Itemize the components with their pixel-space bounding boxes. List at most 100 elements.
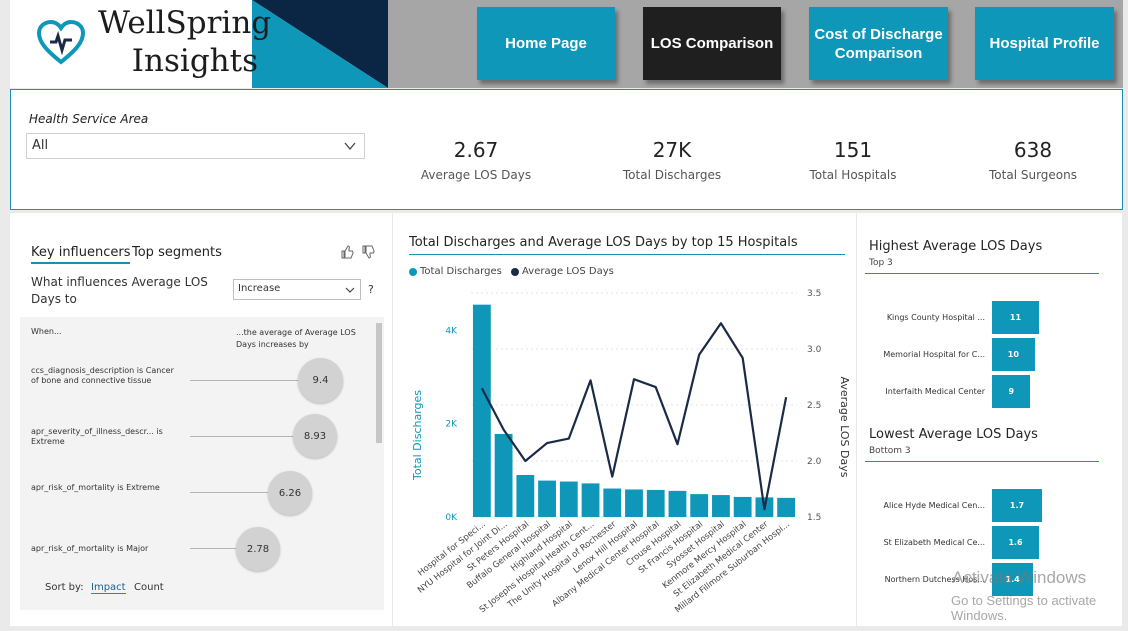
bar-category-label: Interfaith Medical Center bbox=[885, 387, 985, 396]
bar-total-discharges bbox=[625, 489, 643, 517]
kpi-value: 2.67 bbox=[453, 138, 499, 162]
y-axis-title: Total Discharges bbox=[411, 390, 424, 481]
los-bar[interactable]: 1.6 bbox=[992, 526, 1040, 559]
bar-total-discharges bbox=[668, 490, 687, 517]
influencer-column-when: When... bbox=[31, 327, 62, 336]
influencer-bubble[interactable]: 9.4 bbox=[298, 358, 343, 403]
influencer-label[interactable]: apr_risk_of_mortality is Major bbox=[31, 544, 181, 554]
los-bar[interactable]: 10 bbox=[992, 338, 1035, 371]
highest-los-underline bbox=[865, 273, 1099, 274]
activate-windows-watermark: Activate Windows bbox=[952, 568, 1087, 587]
bar-category-label: Alice Hyde Medical Cen... bbox=[883, 501, 985, 510]
bar-category-label: St Elizabeth Medical Ce... bbox=[883, 538, 985, 547]
influencer-column-effect: ...the average of Average LOS Days incre… bbox=[236, 328, 356, 349]
y2-tick-label: 2.5 bbox=[807, 401, 821, 411]
influencer-bubble[interactable]: 8.93 bbox=[293, 414, 337, 458]
y2-tick-label: 3.0 bbox=[807, 345, 822, 355]
influence-direction-dropdown[interactable]: Increase bbox=[233, 279, 361, 300]
bar-category-label: Memorial Hospital for C... bbox=[883, 350, 985, 359]
los-bar[interactable]: 9 bbox=[992, 375, 1031, 408]
kpi-value: 638 bbox=[1013, 138, 1053, 162]
tab-top-segments[interactable]: Top segments bbox=[132, 245, 222, 260]
brand-logo: WellSpring Insights bbox=[10, 0, 388, 88]
kpi-card: Health Service Area All 2.67 Average LOS… bbox=[10, 89, 1123, 210]
key-influencer-question: What influences Average LOS Days to bbox=[31, 275, 208, 306]
kpi-total-hospitals: 151 Total Hospitals bbox=[768, 138, 938, 182]
influencer-connector bbox=[190, 492, 268, 493]
key-influencers-panel: Key influencers Top segments What influe… bbox=[10, 213, 392, 626]
discharges-los-chart-panel: Total Discharges and Average LOS Days by… bbox=[393, 213, 856, 626]
kpi-value: 27K bbox=[652, 138, 692, 162]
nav-los-comparison-button[interactable]: LOS Comparison bbox=[643, 7, 781, 80]
sort-impact-option[interactable]: Impact bbox=[91, 582, 126, 594]
bar-total-discharges bbox=[472, 304, 491, 517]
bar-total-discharges bbox=[538, 480, 556, 517]
lowest-los-underline bbox=[865, 461, 1099, 462]
influencer-bubble[interactable]: 2.78 bbox=[236, 527, 280, 571]
sort-count-option[interactable]: Count bbox=[134, 582, 164, 593]
influencer-label[interactable]: apr_severity_of_illness_descr... is Extr… bbox=[31, 427, 181, 447]
health-service-area-label: Health Service Area bbox=[29, 112, 149, 126]
influencer-connector bbox=[190, 436, 293, 437]
bar-total-discharges bbox=[603, 488, 622, 517]
y2-axis-title: Average LOS Days bbox=[838, 377, 851, 478]
x-tick-label: NYU Hospital for Joint Di... bbox=[416, 519, 509, 595]
kpi-value: 151 bbox=[833, 138, 873, 162]
influencer-list: When... ...the average of Average LOS Da… bbox=[20, 317, 384, 610]
influencer-connector bbox=[190, 548, 236, 549]
bar-total-discharges bbox=[494, 433, 513, 517]
nav-hospital-profile-button[interactable]: Hospital Profile bbox=[975, 7, 1114, 80]
bar-total-discharges bbox=[581, 483, 600, 517]
brand-line1: WellSpring bbox=[98, 5, 272, 41]
kpi-average-los: 2.67 Average LOS Days bbox=[391, 138, 561, 182]
bar-total-discharges bbox=[516, 475, 535, 517]
chevron-down-icon bbox=[344, 142, 356, 151]
thumbs-down-icon[interactable] bbox=[361, 245, 375, 259]
y-tick-label: 0K bbox=[445, 513, 458, 523]
kpi-total-discharges: 27K Total Discharges bbox=[587, 138, 757, 182]
y2-tick-label: 2.0 bbox=[807, 457, 822, 467]
bar-category-label: Kings County Hospital ... bbox=[886, 313, 985, 322]
bar-total-discharges bbox=[712, 495, 730, 517]
nav-home-button[interactable]: Home Page bbox=[477, 7, 615, 80]
help-icon[interactable]: ? bbox=[368, 283, 374, 296]
bar-total-discharges bbox=[559, 481, 578, 517]
los-bar[interactable]: 11 bbox=[992, 301, 1039, 334]
highest-los-title: Highest Average LOS Days bbox=[869, 239, 1043, 254]
los-bar[interactable]: 1.7 bbox=[992, 489, 1042, 522]
health-service-area-value: All bbox=[32, 138, 49, 153]
dashboard-page: WellSpring Insights Home Page LOS Compar… bbox=[0, 0, 1128, 631]
nav-cost-comparison-button[interactable]: Cost of Discharge Comparison bbox=[809, 7, 948, 80]
lowest-los-subtitle: Bottom 3 bbox=[869, 446, 911, 456]
y-tick-label: 4K bbox=[445, 326, 458, 336]
combo-chart: 1.52.02.53.03.50K2K4KHospital for Speci.… bbox=[411, 289, 851, 615]
lowest-los-title: Lowest Average LOS Days bbox=[869, 427, 1038, 442]
chevron-down-icon bbox=[345, 287, 355, 293]
heart-pulse-icon bbox=[36, 20, 86, 65]
top-bottom-panel: Highest Average LOS Days Top 3 Kings Cou… bbox=[857, 213, 1122, 626]
bar-total-discharges bbox=[733, 496, 752, 517]
influencer-bubble[interactable]: 6.26 bbox=[268, 471, 312, 515]
kpi-label: Total Surgeons bbox=[989, 168, 1077, 182]
bar-total-discharges bbox=[646, 489, 665, 517]
kpi-total-surgeons: 638 Total Surgeons bbox=[948, 138, 1118, 182]
brand-name: WellSpring Insights bbox=[98, 4, 272, 80]
y-tick-label: 2K bbox=[445, 420, 458, 430]
influencer-label[interactable]: apr_risk_of_mortality is Extreme bbox=[31, 483, 181, 493]
brand-line2: Insights bbox=[131, 43, 258, 79]
bar-total-discharges bbox=[690, 494, 709, 517]
kpi-label: Total Hospitals bbox=[809, 168, 897, 182]
kpi-label: Average LOS Days bbox=[420, 168, 532, 182]
y2-tick-label: 1.5 bbox=[807, 513, 821, 523]
influence-direction-value: Increase bbox=[238, 283, 281, 294]
health-service-area-dropdown[interactable]: All bbox=[26, 133, 365, 159]
activate-windows-hint: Go to Settings to activate Windows. bbox=[951, 593, 1097, 623]
influencer-label[interactable]: ccs_diagnosis_description is Cancer of b… bbox=[31, 366, 181, 386]
tab-key-influencers[interactable]: Key influencers bbox=[31, 245, 131, 264]
bar-total-discharges bbox=[777, 497, 796, 517]
sort-by-label: Sort by: bbox=[45, 582, 84, 593]
influencer-scrollbar[interactable] bbox=[376, 323, 382, 443]
highest-los-subtitle: Top 3 bbox=[869, 258, 893, 268]
influencer-connector bbox=[190, 380, 298, 381]
thumbs-up-icon[interactable] bbox=[340, 245, 354, 259]
